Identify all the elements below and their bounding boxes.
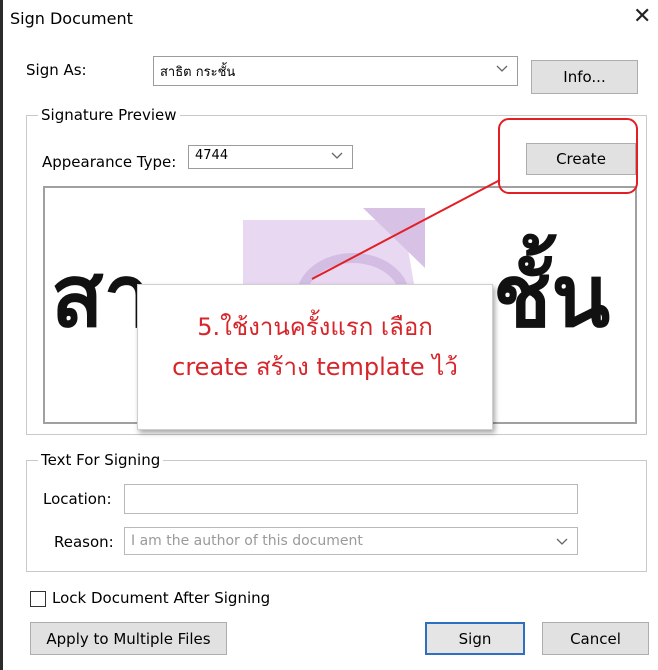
annotation-line-2: create สร้าง template ไว้ [172, 353, 458, 381]
text-for-signing-legend: Text For Signing [38, 451, 164, 469]
reason-select[interactable]: I am the author of this document [124, 527, 578, 555]
chevron-down-icon [555, 534, 569, 552]
reason-placeholder: I am the author of this document [131, 533, 363, 549]
cancel-button[interactable]: Cancel [542, 622, 649, 655]
lock-document-label: Lock Document After Signing [52, 589, 271, 607]
text-for-signing-group [26, 460, 647, 572]
lock-document-checkbox[interactable] [30, 591, 46, 607]
location-input[interactable] [124, 484, 578, 514]
reason-label: Reason: [54, 533, 114, 551]
sign-button[interactable]: Sign [425, 622, 525, 655]
annotation-callout: 5.ใช้งานครั้งแรก เลือก create สร้าง temp… [137, 284, 493, 430]
apply-multiple-files-button[interactable]: Apply to Multiple Files [30, 622, 227, 655]
annotation-line-1: 5.ใช้งานครั้งแรก เลือก [197, 313, 433, 341]
location-label: Location: [43, 490, 112, 508]
